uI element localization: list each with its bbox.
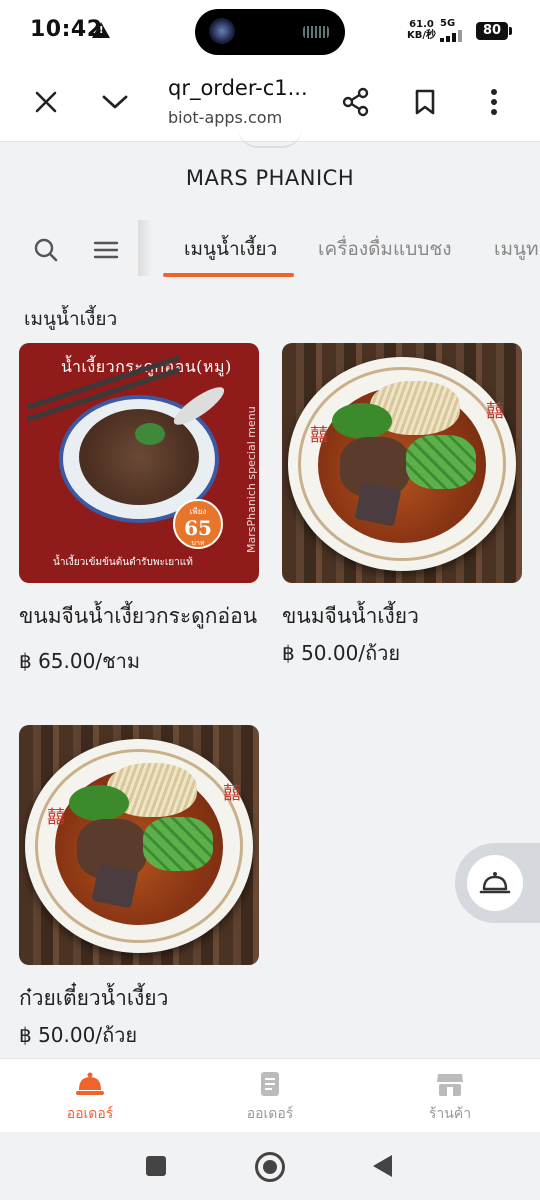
menu-item-card[interactable]: 囍 囍 ก๋วยเตี๋ยวน้ำเงี้ยว ฿ 50.00/ถ้วย (19, 725, 259, 1051)
browser-url[interactable]: biot-apps.com (168, 108, 282, 127)
blood-tofu-graphic (354, 481, 402, 527)
category-tabs: เมนูน้ำเงี้ยว เครื่องดื่มแบบชง เมนูทา (150, 218, 540, 278)
bell-icon[interactable] (467, 855, 523, 911)
herb-graphic (332, 403, 392, 439)
price-badge-value: 65 (184, 516, 212, 540)
price-badge-unit: บาท (191, 539, 205, 547)
nav-item-orders[interactable]: ออเดอร์ (180, 1059, 360, 1133)
herb-graphic (69, 785, 129, 821)
food-cover-icon (76, 1072, 104, 1095)
bowl-graphic: 囍 囍 (288, 357, 516, 571)
menu-item-card[interactable]: น้ำเงี้ยวกระดูกอ่อน(หมู) เพียง 65 บาท Ma… (19, 343, 259, 677)
nav-item-order[interactable]: ออเดอร์ (0, 1059, 180, 1133)
camera-island (195, 9, 345, 55)
recents-icon[interactable] (146, 1156, 166, 1176)
poster-side-text: MarsPhanich special menu (245, 406, 258, 553)
bowl-pattern-icon: 囍 (47, 807, 65, 828)
bottom-navigation: ออเดอร์ ออเดอร์ ร้านค้า (0, 1058, 540, 1132)
menu-item-price: ฿ 65.00/ชาม (19, 649, 141, 673)
menu-item-name: ก๋วยเตี๋ยวน้ำเงี้ยว (19, 986, 169, 1010)
long-beans-graphic (406, 435, 476, 489)
store-icon (437, 1074, 463, 1096)
menu-item-image[interactable]: 囍 囍 (282, 343, 522, 583)
nav-item-label: ร้านค้า (428, 1106, 472, 1122)
browser-page-title[interactable]: qr_order-c1... (168, 76, 308, 100)
signal-icon (440, 30, 470, 42)
share-icon[interactable] (338, 84, 374, 120)
menu-item-price: ฿ 50.00/ถ้วย (282, 641, 401, 665)
tab-noodle-menu[interactable]: เมนูน้ำเงี้ยว (184, 234, 277, 264)
logo-arc (238, 128, 302, 148)
nav-item-label: ออเดอร์ (66, 1106, 114, 1122)
home-icon[interactable] (255, 1152, 285, 1182)
bowl-pattern-icon: 囍 (486, 401, 504, 422)
back-icon[interactable] (373, 1155, 392, 1177)
menu-list-icon[interactable] (90, 234, 122, 266)
blood-tofu-graphic (91, 863, 139, 909)
net-speed-value: 61.0 (409, 19, 434, 30)
section-title: เมนูน้ำเงี้ยว (24, 308, 118, 330)
bowl-pattern-icon: 囍 (310, 425, 328, 446)
status-bar: 10:42 61.0 KB/秒 5G 80 (0, 0, 540, 62)
bowl-pattern-icon: 囍 (223, 783, 241, 804)
bookmark-icon[interactable] (407, 84, 443, 120)
more-vert-icon[interactable] (476, 84, 512, 120)
herb-graphic (135, 423, 165, 445)
menu-item-name: ขนมจีนน้ำเงี้ยวกระดูกอ่อน (19, 604, 258, 628)
menu-item-card[interactable]: 囍 囍 ขนมจีนน้ำเงี้ยว ฿ 50.00/ถ้วย (282, 343, 522, 669)
chevron-down-icon[interactable] (97, 84, 133, 120)
camera-icon (209, 18, 235, 44)
network-type: 5G (440, 18, 456, 29)
menu-item-name: ขนมจีนน้ำเงี้ยว (282, 604, 419, 628)
warning-icon (92, 22, 110, 38)
close-icon[interactable] (28, 84, 64, 120)
tab-drinks[interactable]: เครื่องดื่มแบบชง (318, 234, 452, 264)
net-speed-unit: KB/秒 (407, 30, 437, 41)
poster-footer: น้ำเงี้ยวเข้มข้นต้นตำรับพะเยาแท้ (53, 557, 193, 568)
nav-item-label: ออเดอร์ (246, 1106, 294, 1122)
long-beans-graphic (143, 817, 213, 871)
price-badge: เพียง 65 บาท (173, 499, 223, 549)
net-speed: 61.0 KB/秒 (407, 19, 436, 41)
receipt-icon (261, 1072, 279, 1096)
menu-item-image[interactable]: 囍 囍 (19, 725, 259, 965)
category-bar: เมนูน้ำเงี้ยว เครื่องดื่มแบบชง เมนูทา (0, 218, 540, 278)
system-navigation (0, 1132, 540, 1200)
store-name: MARS PHANICH (185, 166, 355, 190)
search-icon[interactable] (30, 234, 62, 266)
battery-icon: 80 (476, 22, 512, 40)
nav-item-store[interactable]: ร้านค้า (360, 1059, 540, 1133)
menu-item-price: ฿ 50.00/ถ้วย (19, 1023, 138, 1047)
call-staff-tab (455, 843, 540, 923)
tab-more[interactable]: เมนูทา (494, 234, 540, 264)
bowl-graphic: 囍 囍 (25, 739, 253, 953)
active-tab-indicator (163, 273, 294, 277)
menu-item-image[interactable]: น้ำเงี้ยวกระดูกอ่อน(หมู) เพียง 65 บาท Ma… (19, 343, 259, 583)
audio-wave-icon (303, 26, 329, 38)
